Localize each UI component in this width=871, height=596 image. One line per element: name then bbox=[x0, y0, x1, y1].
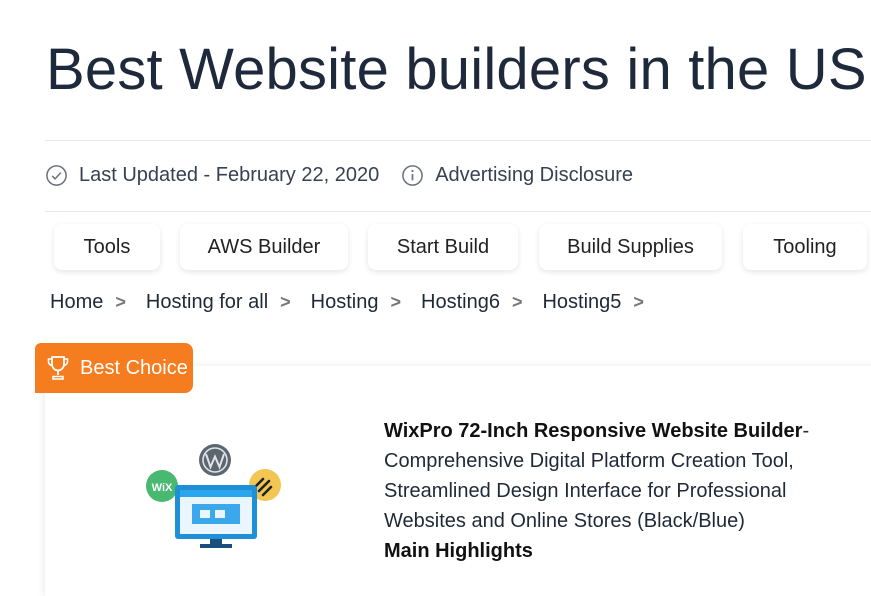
product-name-suffix: - bbox=[802, 420, 810, 442]
best-choice-badge: Best Choice bbox=[35, 343, 193, 393]
divider bbox=[45, 211, 871, 212]
monitor-icon bbox=[175, 485, 257, 548]
best-choice-label: Best Choice bbox=[80, 356, 188, 379]
last-updated: Last Updated - February 22, 2020 bbox=[45, 164, 379, 187]
tab-aws-builder[interactable]: AWS Builder bbox=[180, 224, 348, 270]
info-icon bbox=[402, 165, 424, 186]
breadcrumb: Home > Hosting for all > Hosting > Hosti… bbox=[50, 291, 664, 314]
chevron-right-icon: > bbox=[633, 292, 644, 312]
chevron-right-icon: > bbox=[390, 292, 401, 312]
meta-row: Last Updated - February 22, 2020 Adverti… bbox=[45, 164, 633, 187]
breadcrumb-link-hosting6[interactable]: Hosting6 bbox=[421, 291, 500, 314]
breadcrumb-item: Hosting5 > bbox=[542, 291, 643, 314]
tab-tooling[interactable]: Tooling bbox=[743, 224, 867, 270]
divider bbox=[45, 140, 871, 141]
trophy-icon bbox=[47, 356, 69, 380]
tab-build-supplies[interactable]: Build Supplies bbox=[539, 224, 722, 270]
product-image[interactable]: WiX bbox=[140, 440, 290, 550]
chevron-right-icon: > bbox=[511, 292, 523, 312]
chevron-right-icon: > bbox=[280, 292, 291, 312]
advertising-disclosure[interactable]: Advertising Disclosure bbox=[401, 164, 633, 187]
tab-tools[interactable]: Tools bbox=[54, 224, 160, 270]
wordpress-logo-icon bbox=[199, 444, 231, 476]
breadcrumb-link-home[interactable]: Home bbox=[50, 291, 103, 314]
breadcrumb-link-hosting-for-all[interactable]: Hosting for all bbox=[146, 291, 268, 314]
breadcrumb-item: Hosting for all > bbox=[146, 291, 291, 314]
page-title: Best Website builders in the US bbox=[46, 37, 867, 102]
advertising-disclosure-link[interactable]: Advertising Disclosure bbox=[435, 164, 633, 187]
breadcrumb-link-hosting5[interactable]: Hosting5 bbox=[542, 291, 621, 314]
tab-start-build[interactable]: Start Build bbox=[368, 224, 518, 270]
breadcrumb-item: Hosting6 > bbox=[421, 291, 522, 314]
product-details: Comprehensive Digital Platform Creation … bbox=[384, 450, 794, 532]
main-highlights-heading: Main Highlights bbox=[384, 540, 533, 562]
category-tabs: Tools AWS Builder Start Build Build Supp… bbox=[0, 224, 871, 272]
breadcrumb-link-hosting[interactable]: Hosting bbox=[311, 291, 379, 314]
wix-logo-icon: WiX bbox=[146, 470, 178, 502]
wix-logo-text: WiX bbox=[152, 482, 173, 494]
check-circle-icon bbox=[46, 165, 67, 186]
last-updated-text: Last Updated - February 22, 2020 bbox=[79, 164, 380, 186]
chevron-right-icon: > bbox=[115, 292, 126, 312]
product-description: WixPro 72-Inch Responsive Website Builde… bbox=[384, 416, 864, 566]
breadcrumb-item: Home > bbox=[50, 291, 126, 314]
product-name[interactable]: WixPro 72-Inch Responsive Website Builde… bbox=[384, 420, 802, 442]
breadcrumb-item: Hosting > bbox=[311, 291, 401, 314]
